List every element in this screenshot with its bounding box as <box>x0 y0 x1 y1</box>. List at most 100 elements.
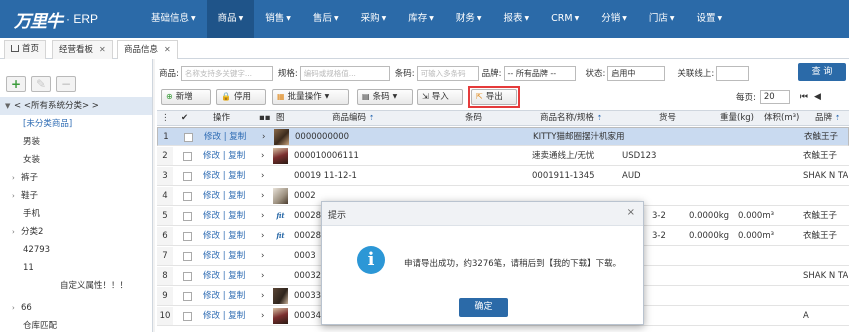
chevron-right-icon[interactable]: › <box>261 187 264 205</box>
nav-crm[interactable]: CRM ▼ <box>540 0 590 38</box>
chevron-right-icon[interactable]: › <box>12 299 21 317</box>
batch-ops-button[interactable]: ▦ 批量操作 ▼ <box>272 89 349 105</box>
tab-dashboard[interactable]: 经营看板 ✕ <box>52 40 113 59</box>
delete-category-button[interactable]: − <box>56 76 76 92</box>
first-page-icon[interactable]: ⏮ <box>800 92 808 102</box>
product-thumbnail[interactable] <box>273 188 288 204</box>
row-checkbox[interactable] <box>183 232 192 241</box>
table-row[interactable]: 3 修改 | 复制 › 00019 11-12-1 0001911-1345 A… <box>157 167 849 186</box>
add-category-button[interactable]: + <box>6 76 26 92</box>
row-checkbox[interactable] <box>183 252 192 261</box>
chevron-right-icon[interactable]: › <box>262 128 265 145</box>
row-ops-links[interactable]: 修改 | 复制 <box>204 128 246 145</box>
tab-home[interactable]: 首页 <box>4 40 47 59</box>
tree-node[interactable]: 手机 <box>0 205 152 223</box>
row-ops-links[interactable]: 修改 | 复制 <box>203 247 245 265</box>
table-row[interactable]: 1 修改 | 复制 › 0000000000 KITTY猫邮圈摆汁机家用 衣触王… <box>157 127 849 146</box>
nav-reports[interactable]: 报表 ▼ <box>492 0 540 38</box>
tab-goods-info[interactable]: 商品信息 ✕ <box>117 40 178 59</box>
close-icon[interactable]: ✕ <box>164 45 171 54</box>
disable-button[interactable]: 🔒 停用 <box>216 89 266 105</box>
chevron-down-icon[interactable]: ▼ <box>5 97 14 115</box>
nav-stores[interactable]: 门店 ▼ <box>638 0 686 38</box>
row-ops-links[interactable]: 修改 | 复制 <box>203 147 245 165</box>
chevron-right-icon[interactable]: › <box>261 267 264 285</box>
select-all-check[interactable]: ✔ <box>181 111 188 126</box>
nav-basic-info[interactable]: 基础信息 ▼ <box>140 0 207 38</box>
chevron-right-icon[interactable]: › <box>261 227 264 245</box>
tree-node[interactable]: › 鞋子 <box>0 187 152 205</box>
product-thumbnail[interactable] <box>273 288 288 304</box>
table-row[interactable]: 2 修改 | 复制 › 000010006111 速卖通线上/无忧 USD123… <box>157 147 849 166</box>
col-settings-icon[interactable]: ▪▪ <box>259 111 271 126</box>
product-thumbnail[interactable] <box>273 308 288 324</box>
spec-search-input[interactable]: 编码或规格值... <box>299 65 390 81</box>
product-thumbnail[interactable] <box>273 148 288 164</box>
chevron-right-icon[interactable]: › <box>261 207 264 225</box>
row-ops-links[interactable]: 修改 | 复制 <box>203 167 245 185</box>
row-ops-links[interactable]: 修改 | 复制 <box>203 227 245 245</box>
col-code[interactable]: 商品编码 ⇡ <box>332 111 375 126</box>
tree-node[interactable]: [未分类商品] <box>0 115 152 133</box>
tree-node[interactable]: 自定义属性！！！ <box>0 277 152 295</box>
nav-after-sales[interactable]: 售后 ▼ <box>302 0 350 38</box>
tree-node[interactable]: › 66 <box>0 299 152 317</box>
nav-inventory[interactable]: 库存 ▼ <box>397 0 445 38</box>
brand-logo-thumbnail[interactable]: fit <box>273 208 288 224</box>
row-ops-links[interactable]: 修改 | 复制 <box>203 207 245 225</box>
nav-distribution[interactable]: 分销 ▼ <box>590 0 638 38</box>
row-checkbox[interactable] <box>183 192 192 201</box>
brand-select[interactable]: -- 所有品牌 -- <box>503 65 576 81</box>
tree-node[interactable]: 11 <box>0 259 152 277</box>
col-name[interactable]: 商品名称/规格 ⇡ <box>540 111 602 126</box>
chevron-right-icon[interactable]: › <box>12 169 21 187</box>
chevron-right-icon[interactable]: › <box>261 247 264 265</box>
product-thumbnail[interactable] <box>274 129 289 145</box>
tree-node[interactable]: 仓库匹配 <box>0 317 152 332</box>
row-checkbox[interactable] <box>183 152 192 161</box>
chevron-right-icon[interactable]: › <box>261 147 264 165</box>
row-checkbox[interactable] <box>183 312 192 321</box>
chevron-right-icon[interactable]: › <box>261 167 264 185</box>
row-checkbox[interactable] <box>183 212 192 221</box>
chevron-right-icon[interactable]: › <box>12 223 21 241</box>
tree-node[interactable]: 42793 <box>0 241 152 259</box>
goods-search-input[interactable]: 名称支持多关键字... <box>180 65 273 81</box>
close-icon[interactable]: × <box>627 207 635 218</box>
tree-node-root[interactable]: ▼ < <所有系统分类> > <box>0 97 152 115</box>
online-link-select[interactable] <box>716 65 750 81</box>
per-page-select[interactable]: 20 <box>759 90 790 104</box>
barcode-button[interactable]: ▤ 条码 ▼ <box>357 89 413 105</box>
import-button[interactable]: ⇲ 导入 <box>417 89 463 105</box>
query-button[interactable]: 查 询 <box>798 63 846 81</box>
prev-page-icon[interactable]: ◀ <box>814 92 821 102</box>
nav-finance[interactable]: 财务 ▼ <box>445 0 493 38</box>
status-select[interactable]: 启用中 <box>607 65 666 81</box>
nav-goods[interactable]: 商品 ▼ <box>206 0 255 38</box>
row-checkbox[interactable] <box>184 133 193 142</box>
nav-purchase[interactable]: 采购 ▼ <box>350 0 398 38</box>
edit-category-button[interactable]: ✎ <box>31 76 51 92</box>
barcode-search-input[interactable]: 可输入多条码 <box>416 65 479 81</box>
row-ops-links[interactable]: 修改 | 复制 <box>203 267 245 285</box>
chevron-right-icon[interactable]: › <box>12 187 21 205</box>
chevron-right-icon[interactable]: › <box>261 307 264 325</box>
row-menu-icon[interactable]: ⋮ <box>161 111 170 126</box>
row-ops-links[interactable]: 修改 | 复制 <box>203 307 245 325</box>
tree-node[interactable]: › 分类2 <box>0 223 152 241</box>
ok-button[interactable]: 确定 <box>459 298 508 317</box>
nav-settings[interactable]: 设置 ▼ <box>685 0 733 38</box>
row-ops-links[interactable]: 修改 | 复制 <box>203 287 245 305</box>
tree-node[interactable]: 女装 <box>0 151 152 169</box>
app-logo[interactable]: 万里牛 · ERP <box>14 7 98 32</box>
row-checkbox[interactable] <box>183 292 192 301</box>
tree-node[interactable]: 男装 <box>0 133 152 151</box>
brand-logo-thumbnail[interactable]: fit <box>273 228 288 244</box>
nav-sales[interactable]: 销售 ▼ <box>254 0 302 38</box>
row-ops-links[interactable]: 修改 | 复制 <box>203 187 245 205</box>
row-checkbox[interactable] <box>183 272 192 281</box>
col-brand[interactable]: 品牌 ⇡ <box>815 111 841 126</box>
new-button[interactable]: ⊕ 新增 <box>161 89 211 105</box>
tree-node[interactable]: › 裤子 <box>0 169 152 187</box>
close-icon[interactable]: ✕ <box>99 45 106 54</box>
